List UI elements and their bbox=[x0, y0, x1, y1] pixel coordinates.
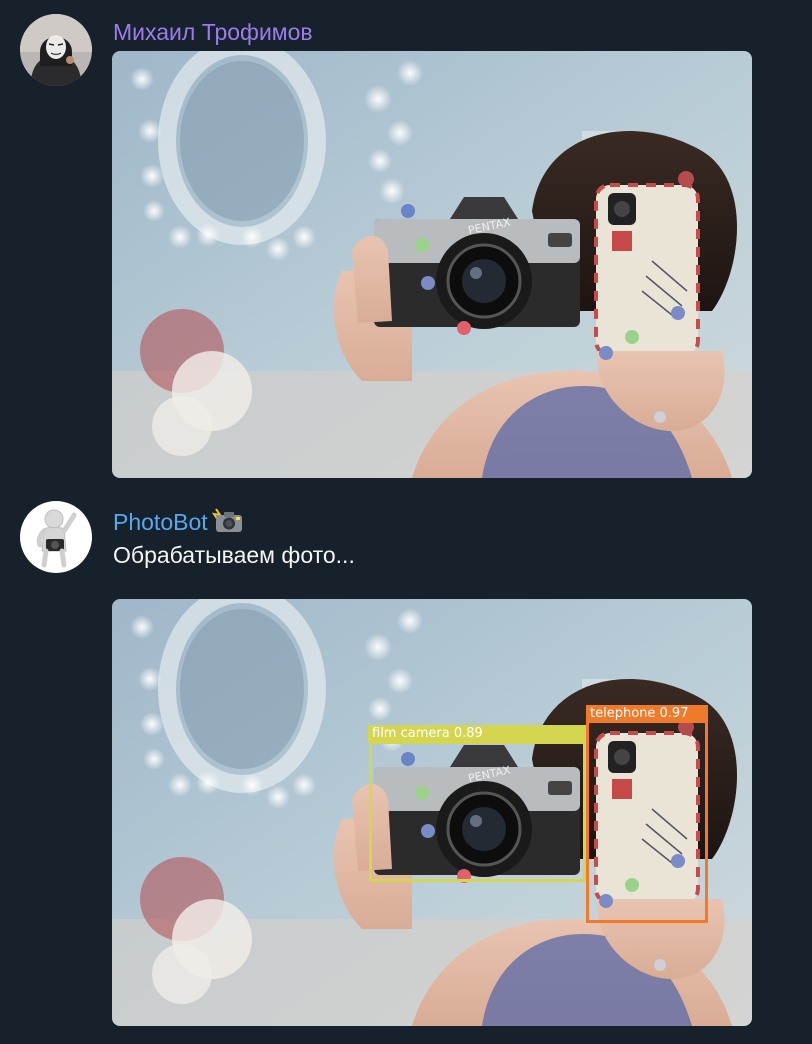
masked-person-icon bbox=[20, 14, 92, 86]
bot-message-text: Обрабатываем фото... bbox=[113, 542, 355, 568]
photo-attachment-original[interactable]: PENTAX bbox=[112, 51, 752, 478]
sender-name-label: Михаил Трофимов bbox=[113, 19, 313, 45]
sender-name-user[interactable]: Михаил Трофимов bbox=[113, 18, 313, 46]
photo-attachment-processed[interactable]: PENTAX film camera 0.89 telephone 0.97 bbox=[112, 599, 752, 1026]
detection-label-film-camera: film camera 0.89 bbox=[368, 725, 586, 742]
sender-name-label: PhotoBot bbox=[113, 509, 208, 535]
user-avatar[interactable] bbox=[20, 14, 92, 86]
sender-name-bot[interactable]: PhotoBot bbox=[113, 507, 244, 536]
bot-figure-with-camera-icon bbox=[20, 501, 92, 573]
detection-box-telephone bbox=[586, 720, 708, 923]
camera-with-flash-icon bbox=[211, 508, 242, 532]
detection-label-telephone: telephone 0.97 bbox=[586, 705, 708, 722]
selfie-photo: PENTAX bbox=[112, 51, 752, 478]
bot-avatar[interactable] bbox=[20, 501, 92, 573]
detection-box-film-camera bbox=[369, 741, 586, 882]
phone bbox=[594, 171, 700, 357]
